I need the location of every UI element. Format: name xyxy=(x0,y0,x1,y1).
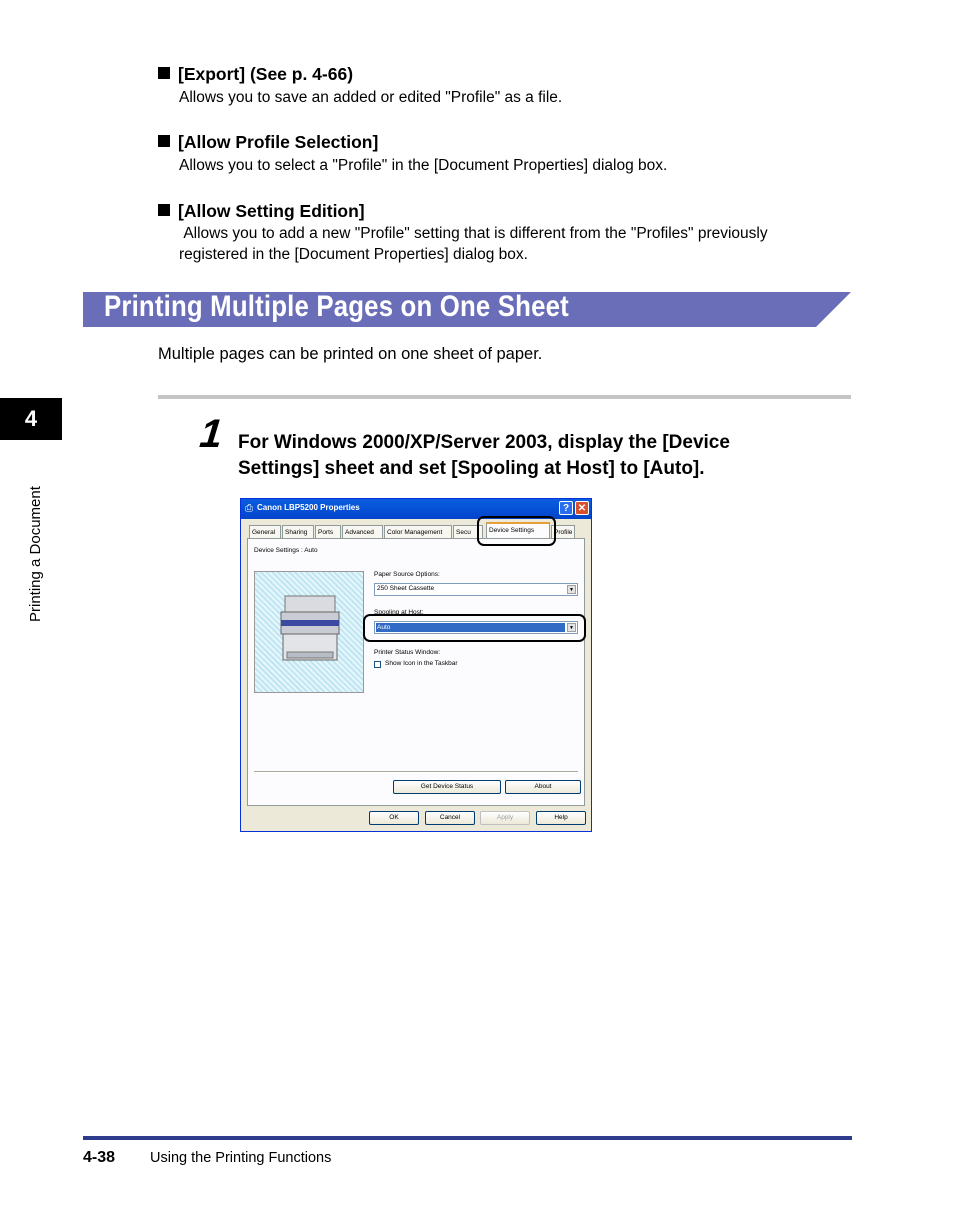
printer-icon: ⎙ xyxy=(245,503,253,514)
chapter-tab: 4 xyxy=(0,398,62,440)
tab-ports[interactable]: Ports xyxy=(315,525,341,538)
tab-panel: Device Settings : Auto Paper Source Opti… xyxy=(247,538,585,806)
chapter-label: Printing a Document xyxy=(27,486,44,622)
chevron-down-icon[interactable]: ▼ xyxy=(567,585,576,594)
panel-separator xyxy=(254,771,578,773)
step-number: 1 xyxy=(197,412,225,456)
item-description-export: Allows you to save an added or edited "P… xyxy=(179,89,563,106)
printer-preview xyxy=(254,571,364,693)
show-icon-checkbox[interactable] xyxy=(374,661,381,668)
device-settings-status: Device Settings : Auto xyxy=(254,547,318,554)
callout-device-settings-tab xyxy=(477,516,556,546)
tab-color-management[interactable]: Color Management xyxy=(384,525,452,538)
apply-button[interactable]: Apply xyxy=(480,811,530,825)
help-button[interactable]: Help xyxy=(536,811,586,825)
get-device-status-button[interactable]: Get Device Status xyxy=(393,780,501,794)
printer-image-icon xyxy=(280,595,340,661)
ok-button[interactable]: OK xyxy=(369,811,419,825)
about-button[interactable]: About xyxy=(505,780,581,794)
bullet-square-icon xyxy=(158,204,170,216)
footer-title: Using the Printing Functions xyxy=(150,1150,332,1166)
divider xyxy=(158,395,851,399)
tab-general[interactable]: General xyxy=(249,525,281,538)
item-description-allow-profile-selection: Allows you to select a "Profile" in the … xyxy=(179,157,668,174)
bullet-square-icon xyxy=(158,135,170,147)
item-heading-allow-profile-selection: [Allow Profile Selection] xyxy=(158,132,378,153)
tab-advanced[interactable]: Advanced xyxy=(342,525,383,538)
printer-status-label: Printer Status Window: xyxy=(374,649,441,656)
tab-sharing[interactable]: Sharing xyxy=(282,525,314,538)
callout-spooling-select xyxy=(363,614,586,642)
paper-source-label: Paper Source Options: xyxy=(374,571,440,578)
item-heading-allow-setting-edition: [Allow Setting Edition] xyxy=(158,201,365,222)
paper-source-value: 250 Sheet Cassette xyxy=(377,585,435,592)
bullet-square-icon xyxy=(158,67,170,79)
paper-source-select[interactable]: 250 Sheet Cassette ▼ xyxy=(374,583,578,596)
page-number: 4-38 xyxy=(83,1149,116,1166)
step-instruction: For Windows 2000/XP/Server 2003, display… xyxy=(238,432,730,479)
dialog-title: Canon LBP5200 Properties xyxy=(257,503,360,512)
section-title: Printing Multiple Pages on One Sheet xyxy=(104,290,569,323)
item-description-allow-setting-edition: Allows you to add a new "Profile" settin… xyxy=(179,225,772,263)
properties-dialog: ⎙ Canon LBP5200 Properties ? ✕ Device Se… xyxy=(240,498,592,832)
footer-rule xyxy=(83,1136,852,1140)
section-intro: Multiple pages can be printed on one she… xyxy=(158,345,543,363)
item-heading-export: [Export] (See p. 4-66) xyxy=(158,64,353,85)
question-icon[interactable]: ? xyxy=(559,501,573,515)
cancel-button[interactable]: Cancel xyxy=(425,811,475,825)
close-icon[interactable]: ✕ xyxy=(575,501,589,515)
show-icon-label: Show Icon in the Taskbar xyxy=(385,660,458,667)
